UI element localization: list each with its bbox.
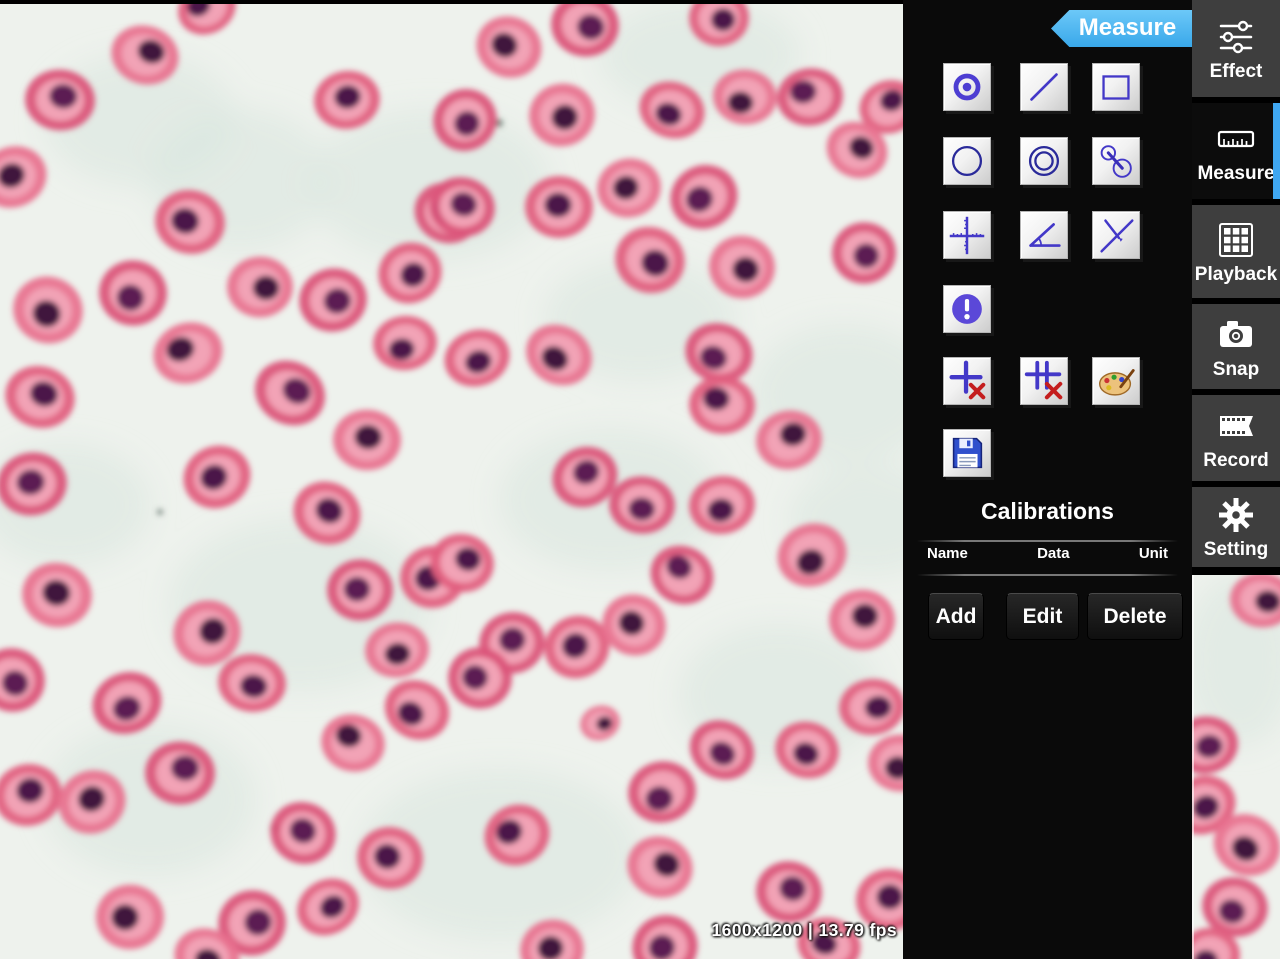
tab-effect-label: Effect [1210, 62, 1263, 81]
info-tool-button[interactable] [943, 285, 991, 333]
tab-measure-label: Measure [1197, 164, 1274, 183]
add-calibration-button[interactable]: Add [928, 593, 984, 640]
delete-selected-icon [944, 358, 990, 404]
delete-selected-tool-button[interactable] [943, 357, 991, 405]
grid-icon [1216, 220, 1256, 260]
rectangle-icon [1093, 64, 1139, 110]
angle-tool-button[interactable] [1020, 211, 1068, 259]
tab-setting-label: Setting [1204, 540, 1268, 559]
line-tool-button[interactable] [1020, 63, 1068, 111]
separator [917, 574, 1178, 576]
separator [917, 540, 1178, 542]
measure-banner-label: Measure [1079, 14, 1176, 41]
cross-ruler-tool-button[interactable] [943, 211, 991, 259]
angle-icon [1021, 212, 1067, 258]
concentric-circles-icon [1021, 138, 1067, 184]
delete-all-icon [1021, 358, 1067, 404]
point-icon [944, 64, 990, 110]
tab-playback-label: Playback [1195, 265, 1277, 284]
tab-effect[interactable]: Effect [1192, 0, 1280, 97]
sidebar-tabbar: Effect Measure Playback [1192, 0, 1280, 575]
calibrations-col-unit: Unit [1139, 545, 1168, 562]
calibrations-title: Calibrations [903, 498, 1192, 525]
palette-tool-button[interactable] [1092, 357, 1140, 405]
tab-record[interactable]: Record [1192, 395, 1280, 481]
info-icon [944, 286, 990, 332]
tab-measure[interactable]: Measure [1192, 103, 1280, 199]
app-screen: Measure [0, 0, 1280, 959]
calibrations-col-data: Data [1037, 545, 1070, 562]
two-circles-tool-button[interactable] [1092, 137, 1140, 185]
calibrations-header-row: Name Data Unit [903, 545, 1192, 562]
gear-icon [1216, 495, 1256, 535]
circle-tool-button[interactable] [943, 137, 991, 185]
tab-snap[interactable]: Snap [1192, 304, 1280, 389]
save-icon [944, 430, 990, 476]
three-point-angle-icon [1093, 212, 1139, 258]
edit-calibration-button[interactable]: Edit [1006, 593, 1079, 640]
save-tool-button[interactable] [943, 429, 991, 477]
concentric-circles-tool-button[interactable] [1020, 137, 1068, 185]
cross-ruler-icon [944, 212, 990, 258]
thumbnail-strip-edge [1192, 575, 1194, 959]
point-tool-button[interactable] [943, 63, 991, 111]
tab-playback[interactable]: Playback [1192, 205, 1280, 298]
line-icon [1021, 64, 1067, 110]
delete-all-tool-button[interactable] [1020, 357, 1068, 405]
tab-snap-label: Snap [1213, 360, 1259, 379]
rectangle-tool-button[interactable] [1092, 63, 1140, 111]
tab-setting[interactable]: Setting [1192, 487, 1280, 567]
measure-panel: Measure [903, 0, 1192, 959]
tab-record-label: Record [1203, 451, 1268, 470]
sliders-icon [1216, 17, 1256, 57]
palette-icon [1093, 358, 1139, 404]
two-circles-icon [1093, 138, 1139, 184]
status-overlay: 1600x1200 | 13.79 fps [711, 920, 897, 941]
film-icon [1216, 406, 1256, 446]
circle-icon [944, 138, 990, 184]
ruler-icon [1216, 119, 1256, 159]
delete-calibration-button[interactable]: Delete [1087, 593, 1183, 640]
measure-banner[interactable]: Measure [1051, 10, 1192, 47]
camera-icon [1216, 315, 1256, 355]
calibrations-col-name: Name [927, 545, 968, 562]
three-point-angle-tool-button[interactable] [1092, 211, 1140, 259]
